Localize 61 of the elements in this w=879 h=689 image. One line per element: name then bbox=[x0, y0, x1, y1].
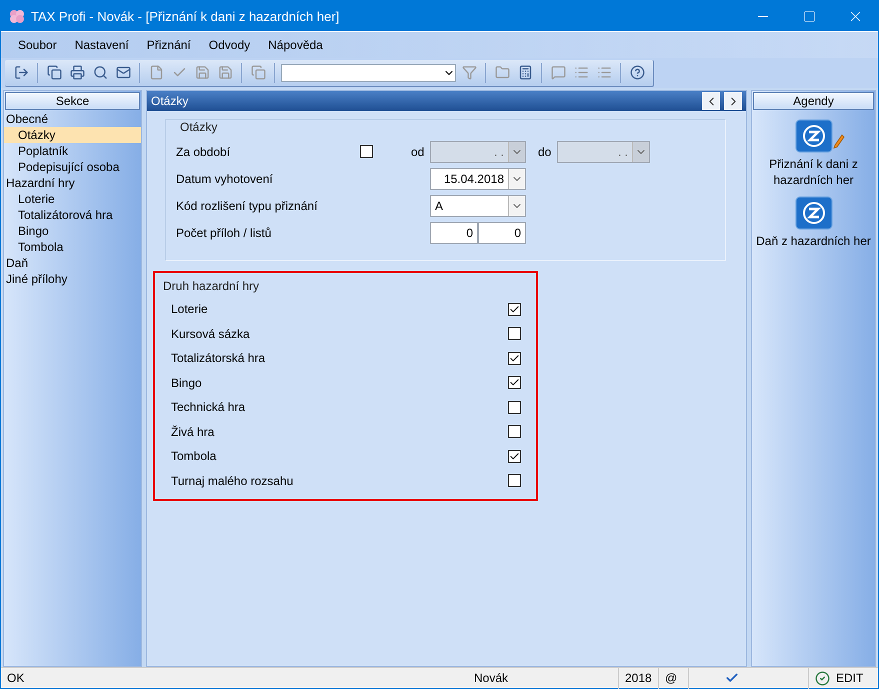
previous-button[interactable] bbox=[702, 92, 720, 110]
checkbox-label: Loterie bbox=[171, 302, 209, 316]
status-year: 2018 bbox=[625, 671, 652, 685]
check-icon bbox=[725, 671, 739, 685]
tree-item[interactable]: Totalizátorová hra bbox=[4, 207, 141, 223]
checkbox[interactable] bbox=[508, 352, 521, 365]
tree-item[interactable]: Obecné bbox=[4, 111, 141, 127]
tree-item[interactable]: Daň bbox=[4, 255, 141, 271]
status-at: @ bbox=[665, 671, 678, 685]
date-field[interactable]: 15.04.2018 bbox=[430, 168, 526, 190]
status-message: OK bbox=[6, 671, 26, 685]
agendas-header: Agendy bbox=[753, 92, 874, 110]
checkbox[interactable] bbox=[508, 327, 521, 340]
tree-item[interactable]: Bingo bbox=[4, 223, 141, 239]
tree-item[interactable]: Tombola bbox=[4, 239, 141, 255]
field-label: Kód rozlišení typu přiznání bbox=[176, 198, 318, 212]
window-title: TAX Profi - Novák - [Přiznání k dani z hazardních her] bbox=[31, 8, 340, 24]
app-icon[interactable] bbox=[794, 119, 844, 153]
sections-header: Sekce bbox=[5, 92, 140, 110]
tree-item[interactable]: Hazardní hry bbox=[4, 175, 141, 191]
maximize-icon bbox=[802, 10, 816, 22]
status-user: Novák bbox=[473, 671, 510, 685]
checkbox[interactable] bbox=[508, 400, 521, 414]
checkbox[interactable] bbox=[508, 302, 521, 316]
checkbox[interactable] bbox=[508, 376, 521, 390]
agenda-label[interactable]: Daň z hazardních her bbox=[754, 233, 872, 249]
agenda-label[interactable]: Přiznání k dani z hazardních her bbox=[754, 156, 872, 188]
field-label: Za období bbox=[176, 144, 232, 158]
app-icon[interactable] bbox=[794, 196, 832, 230]
menu-item[interactable]: Nápověda bbox=[259, 38, 332, 52]
checkbox[interactable] bbox=[508, 474, 521, 488]
checkbox-label: Turnaj malého rozsahu bbox=[171, 474, 294, 488]
checkbox-label: Bingo bbox=[171, 376, 203, 390]
checkbox-label: Technická hra bbox=[171, 400, 246, 414]
number-field[interactable]: 0 bbox=[430, 222, 478, 244]
status-mode: EDIT bbox=[836, 671, 864, 685]
menu-item[interactable]: Nastavení bbox=[66, 38, 138, 52]
tree-item[interactable]: Otázky bbox=[4, 127, 141, 143]
tree-item[interactable]: Loterie bbox=[4, 191, 141, 207]
menu-item[interactable]: Přiznání bbox=[138, 38, 200, 52]
checkbox-label: Živá hra bbox=[171, 424, 216, 439]
checkbox-label: Kursová sázka bbox=[171, 326, 251, 341]
field-label: Počet příloh / listů bbox=[176, 226, 272, 240]
next-button[interactable] bbox=[724, 92, 742, 110]
panel-title: Otázky bbox=[151, 94, 190, 108]
tree-item[interactable]: Poplatník bbox=[4, 143, 141, 159]
tree-item[interactable]: Podepisující osoba bbox=[4, 159, 141, 175]
app-logo-icon bbox=[9, 9, 25, 23]
tree-item[interactable]: Jiné přílohy bbox=[4, 271, 141, 287]
checkbox[interactable] bbox=[508, 450, 521, 463]
dropdown[interactable]: A bbox=[430, 194, 526, 216]
menu-item[interactable]: Odvody bbox=[200, 38, 260, 52]
number-field[interactable]: 0 bbox=[478, 222, 526, 244]
field-label: do bbox=[538, 144, 552, 158]
menu-item[interactable]: Soubor bbox=[9, 38, 66, 52]
checkbox-label: Tombola bbox=[171, 449, 218, 464]
checkbox[interactable] bbox=[508, 425, 521, 438]
ok-icon bbox=[815, 670, 830, 686]
field-label: Datum vyhotovení bbox=[176, 172, 274, 186]
field-label: od bbox=[411, 144, 426, 158]
checkbox-label: Totalizátorská hra bbox=[171, 351, 266, 366]
